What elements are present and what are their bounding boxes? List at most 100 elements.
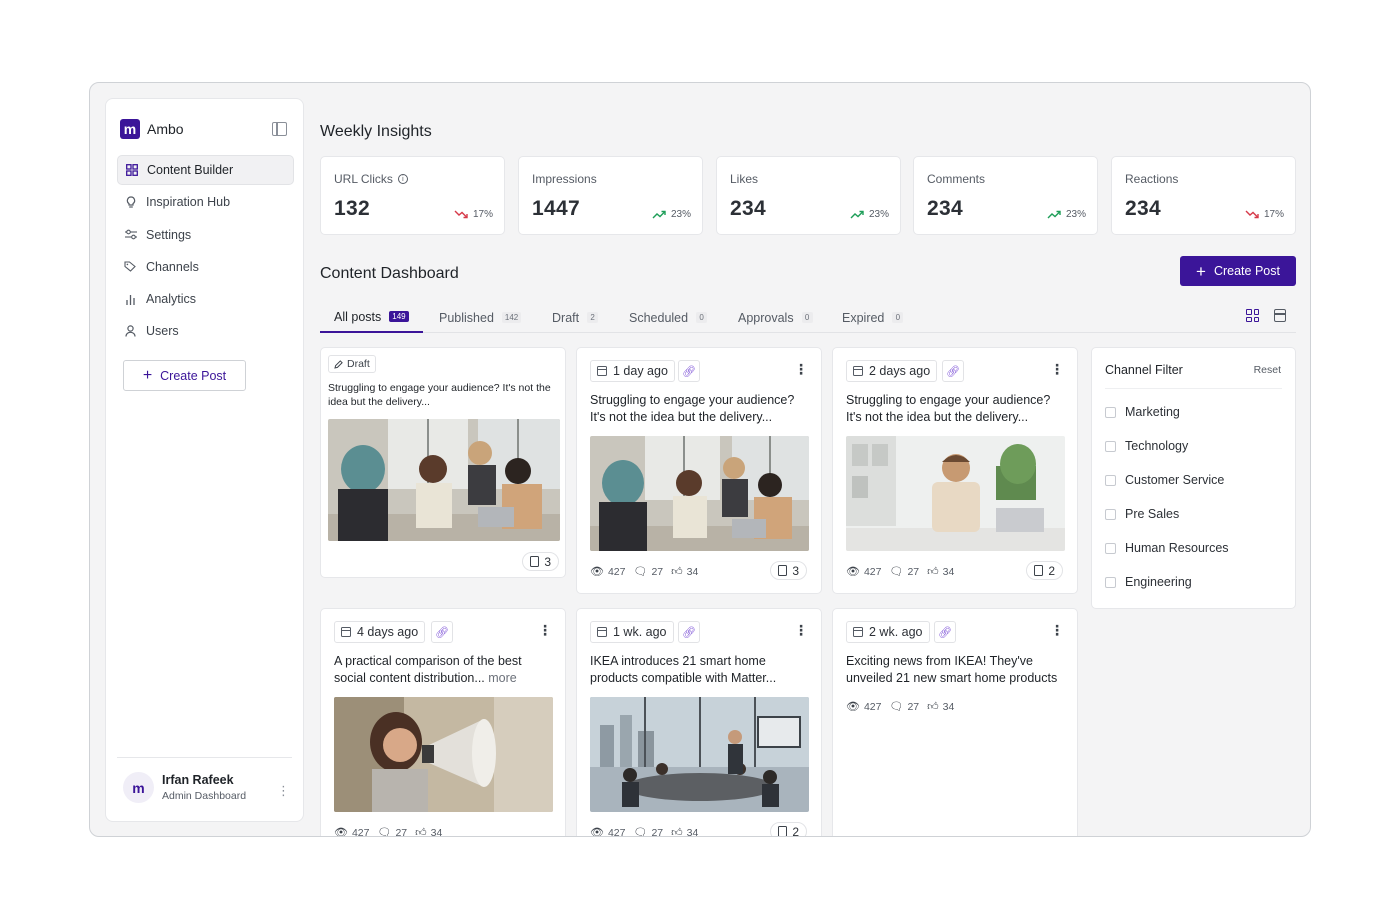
trend-indicator: 17%	[454, 209, 493, 220]
more-vertical-icon[interactable]: ⋮	[538, 623, 552, 637]
more-vertical-icon[interactable]: ⋮	[1050, 362, 1064, 376]
stat-value: 234	[1125, 197, 1161, 220]
draft-label: Draft	[347, 358, 370, 370]
divider	[117, 757, 292, 758]
date-label: 1 wk. ago	[613, 625, 667, 639]
stat-card-impressions: Impressions 1447 23%	[518, 156, 703, 235]
post-stats: 👁︎ 427 🗨︎ 27 👍︎ 34	[846, 565, 954, 579]
comments-count: 27	[907, 700, 920, 713]
more-vertical-icon[interactable]: ⋮	[277, 784, 290, 797]
sidebar-item-settings[interactable]: Settings	[117, 220, 294, 250]
post-card[interactable]: 2 days ago 🔗︎ ⋮ Struggling to engage you…	[832, 347, 1078, 594]
link-icon[interactable]: 🔗︎	[678, 360, 700, 382]
sidebar-item-analytics[interactable]: Analytics	[117, 284, 294, 314]
sidebar-item-label: Inspiration Hub	[146, 195, 231, 210]
create-post-button[interactable]: + Create Post	[1180, 256, 1296, 286]
create-post-label: Create Post	[160, 368, 227, 383]
post-card-draft[interactable]: Draft Struggling to engage your audience…	[320, 347, 566, 578]
tab-approvals[interactable]: Approvals 0	[738, 302, 813, 333]
copies-badge[interactable]: 3	[770, 561, 807, 580]
comment-icon: 🗨︎	[377, 827, 392, 837]
plus-icon: +	[142, 366, 153, 384]
sidebar-item-inspiration-hub[interactable]: Inspiration Hub	[117, 187, 294, 217]
trend-value: 17%	[472, 209, 493, 220]
checkbox[interactable]	[1105, 440, 1116, 452]
more-vertical-icon[interactable]: ⋮	[794, 362, 808, 376]
filter-option-pre-sales[interactable]: Pre Sales	[1105, 507, 1179, 521]
post-card[interactable]: 4 days ago 🔗︎ ⋮ A practical comparison o…	[320, 608, 566, 837]
post-text: Exciting news from IKEA! They've unveile…	[846, 654, 1058, 685]
tab-published[interactable]: Published 142	[439, 302, 522, 333]
stat-value: 1447	[532, 197, 580, 220]
copies-count: 2	[792, 824, 799, 837]
checkbox[interactable]	[1105, 406, 1116, 418]
link-icon[interactable]: 🔗︎	[942, 360, 964, 382]
sidebar-item-label: Content Builder	[147, 163, 234, 177]
tab-count: 0	[696, 312, 708, 323]
checkbox[interactable]	[1105, 474, 1116, 486]
post-date: 4 days ago	[334, 621, 426, 643]
post-card[interactable]: 2 wk. ago 🔗︎ ⋮ Exciting news from IKEA! …	[832, 608, 1078, 836]
checkbox[interactable]	[1105, 576, 1116, 588]
sidebar-nav: Content Builder Inspiration Hub Settings…	[117, 155, 294, 349]
post-image-man-with-phone	[846, 436, 1065, 551]
tab-scheduled[interactable]: Scheduled 0	[629, 302, 708, 333]
filter-option-technology[interactable]: Technology	[1105, 439, 1188, 453]
calendar-view-icon[interactable]	[1274, 309, 1286, 322]
tab-draft[interactable]: Draft 2	[552, 302, 599, 333]
filter-option-customer-service[interactable]: Customer Service	[1105, 473, 1224, 487]
post-date: 1 wk. ago	[590, 621, 674, 643]
tab-label: Published	[439, 310, 494, 325]
filter-option-label: Engineering	[1125, 575, 1192, 589]
sidebar-toggle-icon[interactable]	[272, 122, 287, 136]
copies-badge[interactable]: 3	[522, 552, 559, 571]
sidebar-item-channels[interactable]: Channels	[117, 252, 294, 282]
info-icon[interactable]: i	[397, 174, 408, 184]
thumbs-up-icon: 👍︎	[927, 566, 939, 578]
tab-label: Scheduled	[629, 310, 689, 325]
copy-icon	[1034, 565, 1044, 576]
post-card[interactable]: 1 wk. ago 🔗︎ ⋮ IKEA introduces 21 smart …	[576, 608, 822, 837]
grid-view-icon[interactable]	[1246, 309, 1259, 322]
trend-value: 23%	[670, 209, 691, 220]
more-link[interactable]: more	[488, 671, 516, 685]
more-vertical-icon[interactable]: ⋮	[1050, 623, 1064, 637]
post-text: Struggling to engage your audience? It's…	[328, 382, 551, 408]
trend-indicator: 23%	[1047, 209, 1086, 220]
sidebar-create-post-button[interactable]: + Create Post	[123, 360, 246, 391]
user-profile[interactable]: m Irfan Rafeek Admin Dashboard	[123, 772, 246, 803]
post-stats: 👁︎ 427 🗨︎ 27 👍︎ 34	[590, 565, 698, 579]
tab-all-posts[interactable]: All posts 149	[320, 302, 423, 333]
calendar-icon	[853, 627, 863, 637]
avatar: m	[123, 772, 154, 803]
trend-down-icon	[1245, 210, 1259, 219]
filter-option-marketing[interactable]: Marketing	[1105, 405, 1180, 419]
checkbox[interactable]	[1105, 542, 1116, 554]
copy-icon	[778, 826, 788, 836]
stat-card-likes: Likes 234 23%	[716, 156, 901, 235]
link-icon[interactable]: 🔗︎	[934, 621, 956, 643]
copies-badge[interactable]: 2	[770, 822, 807, 837]
reset-button[interactable]: Reset	[1254, 364, 1281, 376]
views-count: 427	[351, 826, 370, 837]
copies-count: 2	[1048, 563, 1055, 578]
tab-label: Approvals	[738, 310, 794, 325]
sidebar-item-users[interactable]: Users	[117, 316, 294, 346]
copies-badge[interactable]: 2	[1026, 561, 1063, 580]
link-icon[interactable]: 🔗︎	[678, 621, 700, 643]
views-count: 427	[863, 565, 882, 578]
post-image-team-meeting	[328, 419, 560, 541]
link-icon[interactable]: 🔗︎	[431, 621, 453, 643]
content-dashboard-title: Content Dashboard	[320, 265, 459, 282]
filter-option-human-resources[interactable]: Human Resources	[1105, 541, 1229, 555]
post-card[interactable]: 1 day ago 🔗︎ ⋮ Struggling to engage your…	[576, 347, 822, 594]
checkbox[interactable]	[1105, 508, 1116, 520]
brand[interactable]: m Ambo	[120, 119, 184, 139]
sidebar-item-content-builder[interactable]: Content Builder	[117, 155, 294, 185]
tab-expired[interactable]: Expired 0	[842, 302, 904, 333]
more-vertical-icon[interactable]: ⋮	[794, 623, 808, 637]
tags-icon	[124, 260, 137, 273]
filter-option-engineering[interactable]: Engineering	[1105, 575, 1192, 589]
date-label: 2 wk. ago	[869, 625, 923, 639]
trend-value: 23%	[868, 209, 889, 220]
